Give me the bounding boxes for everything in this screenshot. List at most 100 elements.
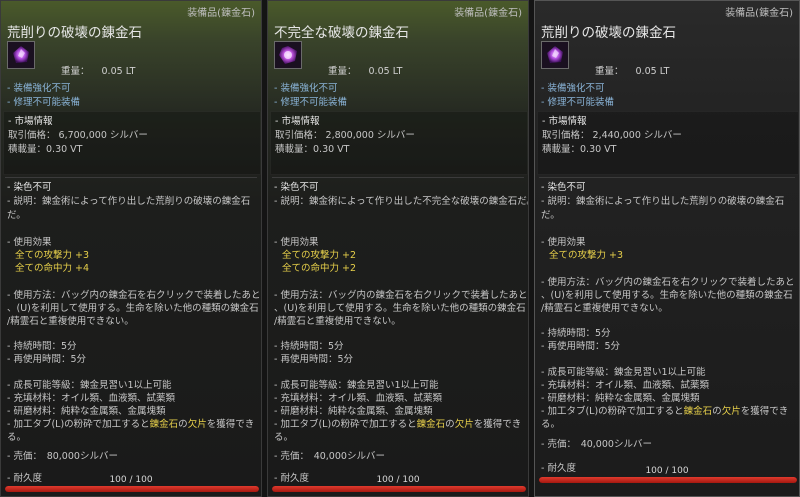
process-text: - 加工タブ(L)の粉砕で加工すると [541,406,684,417]
description-line: - 説明：錬金術によって作り出した不完全な破壊の錬金石だ。 [274,196,529,207]
market-heading: - 市場情報 [8,116,53,127]
cooldown: - 再使用時間：5分 [274,354,353,365]
growth-line: - 充填材料：オイル類、血液類、試薬類 [274,393,442,404]
market-capacity: 積載量：0.30 VT [542,144,617,155]
item-tooltip-panel: 装備品(錬金石) 荒削りの破壊の錬金石 重量： 0.05 LT - 装備強化不可 … [0,0,262,497]
status-line: - 装備強化不可 [274,83,338,94]
alchemy-stone-icon [274,41,302,69]
weight-value: 0.05 LT [368,66,403,77]
usage-line: /精霊石と重複使用できない。 [541,303,668,314]
divider [539,177,795,178]
alchemy-stone-icon [7,41,35,69]
duration: - 持続時間：5分 [541,328,611,339]
alchemy-stone-icon [541,41,569,69]
usage-line: 、(U)を利用して使用する。生命を除いた他の種類の錬金石 [7,303,259,314]
market-price: 取引価格： 2,440,000 シルバー [542,130,682,141]
item-category: 装備品(錬金石) [725,8,793,19]
process-highlight: 欠片 [721,406,741,417]
weight-value: 0.05 LT [635,66,670,77]
market-price: 取引価格： 2,800,000 シルバー [275,130,415,141]
divider [5,177,257,178]
description-line: だ。 [7,210,26,221]
sell-price: - 売価： 40,000シルバー [274,451,385,462]
durability-text: 100 / 100 [645,466,689,476]
dye-status: - 染色不可 [274,182,319,193]
growth-line: - 充填材料：オイル類、血液類、試薬類 [541,380,709,391]
description-line: - 説明：錬金術によって作り出した荒削りの破壊の錬金石 [7,196,251,207]
process-highlight: 錬金石 [683,406,713,417]
cooldown: - 再使用時間：5分 [541,341,620,352]
item-title: 不完全な破壊の錬金石 [274,25,409,41]
growth-line: - 成長可能等級：錬金見習い1以上可能 [7,380,172,391]
durability-text: 100 / 100 [376,475,420,485]
item-tooltip-panel: 装備品(錬金石) 不完全な破壊の錬金石 重量： 0.05 LT - 装備強化不可 … [267,0,529,497]
process-highlight: 錬金石 [416,419,446,430]
process-line: る。 [541,419,561,430]
durability-bar [272,486,526,492]
cooldown: - 再使用時間：5分 [7,354,86,365]
process-text: の [712,406,722,417]
process-highlight: 欠片 [454,419,474,430]
effect-heading: - 使用効果 [274,237,319,248]
durability-bar [539,477,797,483]
item-tooltip-panel: 装備品(錬金石) 荒削りの破壊の錬金石 重量： 0.05 LT - 装備強化不可 … [534,0,800,497]
market-heading: - 市場情報 [542,116,587,127]
dye-status: - 染色不可 [7,182,52,193]
effect-heading: - 使用効果 [7,237,52,248]
market-info-box: - 市場情報 取引価格： 2,800,000 シルバー 積載量：0.30 VT [270,111,528,175]
durability-bar [5,486,259,492]
sell-price: - 売価： 80,000シルバー [7,451,118,462]
growth-line: - 研磨材料：純粋な金属類、金属塊類 [541,393,700,404]
effect-line: 全ての命中力 +4 [15,263,90,274]
usage-line: /精霊石と重複使用できない。 [274,316,401,327]
market-price: 取引価格： 6,700,000 シルバー [8,130,148,141]
weight-row: 重量： 0.05 LT [595,63,669,77]
growth-line: - 成長可能等級：錬金見習い1以上可能 [274,380,439,391]
usage-line: 、(U)を利用して使用する。生命を除いた他の種類の錬金石 [274,303,526,314]
status-line: - 装備強化不可 [7,83,71,94]
effect-line: 全ての命中力 +2 [282,263,357,274]
process-text: を獲得でき [473,419,522,430]
status-line: - 修理不可能装備 [7,97,80,108]
process-highlight: 錬金石 [149,419,179,430]
weight-value: 0.05 LT [101,66,136,77]
durability-fill [5,486,259,492]
market-capacity: 積載量：0.30 VT [275,144,350,155]
effect-line: 全ての攻撃力 +3 [549,250,624,261]
process-text: を獲得でき [740,406,789,417]
description-line: だ。 [541,210,560,221]
growth-line: - 成長可能等級：錬金見習い1以上可能 [541,367,706,378]
market-info-box: - 市場情報 取引価格： 2,440,000 シルバー 積載量：0.30 VT [537,111,799,175]
description-line: - 説明：錬金術によって作り出した荒削りの破壊の錬金石 [541,196,785,207]
growth-line: - 充填材料：オイル類、血液類、試薬類 [7,393,175,404]
process-text: の [178,419,188,430]
process-highlight: 欠片 [187,419,207,430]
weight-row: 重量： 0.05 LT [328,63,402,77]
weight-label: 重量： [328,66,357,77]
market-capacity: 積載量：0.30 VT [8,144,83,155]
weight-label: 重量： [61,66,90,77]
status-line: - 装備強化不可 [541,83,605,94]
usage-line: 、(U)を利用して使用する。生命を除いた他の種類の錬金石 [541,290,793,301]
status-line: - 修理不可能装備 [541,97,614,108]
durability-fill [272,486,526,492]
item-category: 装備品(錬金石) [454,8,522,19]
divider [272,177,524,178]
usage-line: /精霊石と重複使用できない。 [7,316,134,327]
usage-line: - 使用方法：バッグ内の錬金石を右クリックで装着したあと [7,290,261,301]
effect-line: 全ての攻撃力 +2 [282,250,357,261]
durability-fill [539,477,797,483]
process-text: - 加工タブ(L)の粉砕で加工すると [7,419,150,430]
item-title: 荒削りの破壊の錬金石 [541,25,676,41]
process-text: - 加工タブ(L)の粉砕で加工すると [274,419,417,430]
durability-text: 100 / 100 [109,475,153,485]
market-heading: - 市場情報 [275,116,320,127]
effect-heading: - 使用効果 [541,237,586,248]
weight-label: 重量： [595,66,624,77]
process-line: - 加工タブ(L)の粉砕で加工すると錬金石の欠片を獲得でき [7,419,254,431]
item-title: 荒削りの破壊の錬金石 [7,25,142,41]
duration: - 持続時間：5分 [274,341,344,352]
process-line: る。 [7,432,27,443]
status-line: - 修理不可能装備 [274,97,347,108]
process-text: を獲得でき [206,419,255,430]
